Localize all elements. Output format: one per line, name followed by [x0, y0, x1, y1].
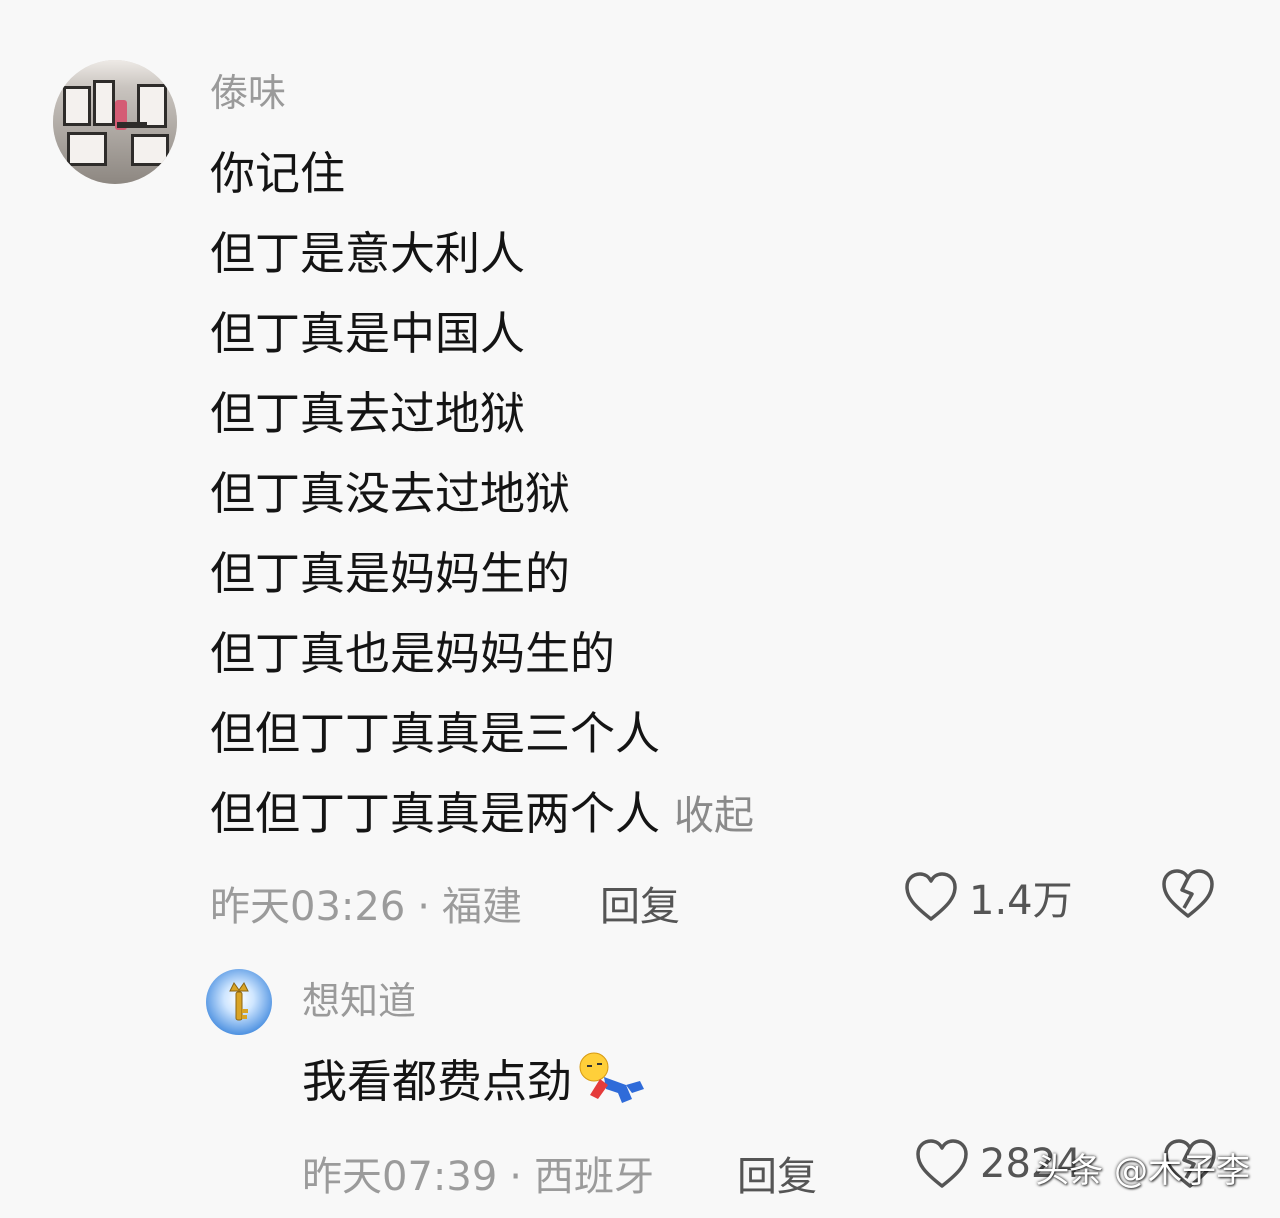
broken-heart-icon [1162, 869, 1214, 918]
reply-body: 我看都费点劲 [302, 1042, 648, 1122]
meta-separator: · [417, 884, 430, 930]
reply-time: 昨天07:39 [302, 1154, 498, 1200]
reply-avatar[interactable] [206, 969, 272, 1035]
fallen-person-emoji-icon [579, 1052, 645, 1103]
watermark: 头条 @木子李 [1035, 1151, 1250, 1191]
user-avatar[interactable] [53, 60, 177, 184]
like-count: 1.4万 [969, 878, 1073, 924]
comment-time: 昨天03:26 [210, 884, 406, 930]
reply-meta: 昨天07:39 · 西班牙 [302, 1144, 654, 1202]
comment-line: 但丁真也是妈妈生的 [210, 627, 616, 680]
reply-text-line: 我看都费点劲 [302, 1042, 648, 1122]
comment-line: 你记住 [210, 147, 346, 200]
collapse-button[interactable]: 收起 [674, 793, 754, 839]
comment-line-last: 但但丁丁真真是两个人 收起 [210, 774, 754, 856]
comment-location: 福建 [442, 884, 522, 930]
comment-meta: 昨天03:26 · 福建 [210, 874, 522, 932]
comment-line: 但但丁丁真真是两个人 [210, 787, 661, 840]
crown-key-icon [229, 982, 249, 1021]
reply-reply-button[interactable]: 回复 [737, 1144, 817, 1202]
heart-icon [905, 872, 957, 921]
like-button[interactable]: 1.4万 [903, 868, 1073, 926]
comment-line: 但丁真是中国人 [210, 307, 526, 360]
meta-separator: · [509, 1154, 522, 1200]
heart-icon [916, 1139, 968, 1188]
dislike-button[interactable] [1160, 868, 1216, 924]
comment-line: 但丁是意大利人 [210, 227, 526, 280]
comment-username[interactable]: 傣味 [210, 74, 286, 112]
comment-line: 但丁真是妈妈生的 [210, 547, 571, 600]
comment-line: 但丁真去过地狱 [210, 387, 526, 440]
reply-button[interactable]: 回复 [600, 874, 680, 932]
reply-location: 西班牙 [534, 1154, 654, 1200]
comment-line: 但但丁丁真真是三个人 [210, 707, 661, 760]
comment-body: 你记住 但丁是意大利人 但丁真是中国人 但丁真去过地狱 但丁真没去过地狱 但丁真… [210, 134, 754, 856]
comment-line: 但丁真没去过地狱 [210, 467, 571, 520]
reply-username[interactable]: 想知道 [302, 982, 416, 1020]
reply-text: 我看都费点劲 [302, 1055, 573, 1108]
